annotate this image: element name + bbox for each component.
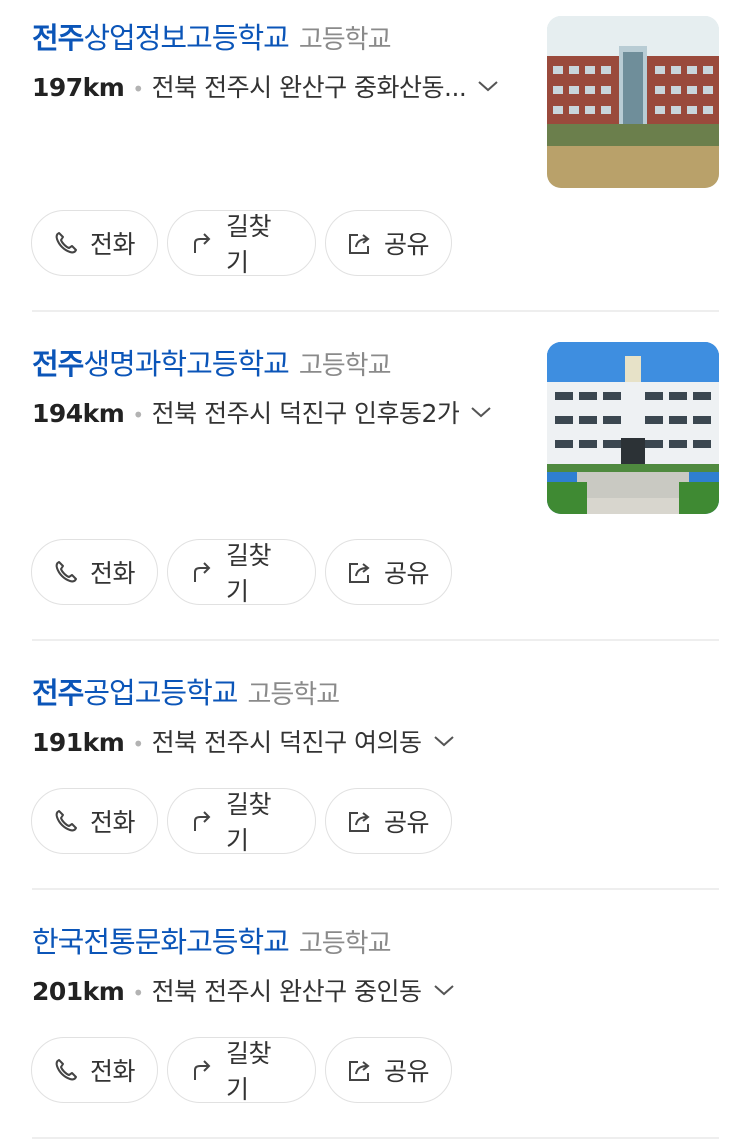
action-row: 전화 길찾기 공유 bbox=[31, 1037, 452, 1104]
chevron-down-icon[interactable] bbox=[432, 970, 456, 1010]
category-label: 고등학교 bbox=[298, 25, 392, 55]
action-row: 전화 길찾기 공유 bbox=[31, 539, 452, 606]
action-row: 전화 길찾기 공유 bbox=[31, 788, 452, 855]
directions-button[interactable]: 길찾기 bbox=[167, 539, 316, 606]
category-label: 고등학교 bbox=[247, 680, 340, 710]
call-button[interactable]: 전화 bbox=[31, 210, 158, 276]
distance-label: 191km bbox=[32, 728, 125, 757]
divider bbox=[32, 888, 719, 890]
result-thumbnail[interactable] bbox=[547, 342, 719, 514]
result-thumbnail[interactable] bbox=[547, 16, 719, 188]
share-icon bbox=[346, 558, 374, 586]
result-meta: 197km • 전북 전주시 완산구 중화산동... bbox=[32, 68, 500, 108]
title-rest[interactable]: 한국전통문화고등학교 bbox=[32, 925, 290, 959]
category-label: 고등학교 bbox=[298, 351, 392, 381]
separator-dot: • bbox=[132, 732, 144, 756]
call-label: 전화 bbox=[90, 808, 136, 837]
share-label: 공유 bbox=[384, 808, 430, 837]
directions-button[interactable]: 길찾기 bbox=[167, 788, 316, 855]
turn-arrow-icon bbox=[188, 1056, 216, 1084]
separator-dot: • bbox=[132, 403, 144, 427]
phone-icon bbox=[52, 558, 80, 586]
result-title[interactable]: 한국전통문화고등학교 고등학교 bbox=[32, 920, 391, 964]
distance-label: 197km bbox=[32, 73, 125, 102]
action-row: 전화 길찾기 공유 bbox=[31, 210, 452, 277]
phone-icon bbox=[52, 1056, 80, 1084]
share-button[interactable]: 공유 bbox=[325, 539, 452, 605]
title-highlight[interactable]: 전주 bbox=[32, 347, 84, 381]
share-icon bbox=[346, 229, 374, 257]
title-rest[interactable]: 생명과학고등학교 bbox=[83, 347, 289, 381]
separator-dot: • bbox=[132, 77, 144, 101]
result-meta: 201km • 전북 전주시 완산구 중인동 bbox=[32, 972, 456, 1012]
result-meta: 191km • 전북 전주시 덕진구 여의동 bbox=[32, 723, 456, 763]
result-meta: 194km • 전북 전주시 덕진구 인후동2가 bbox=[32, 394, 493, 434]
call-button[interactable]: 전화 bbox=[31, 1037, 158, 1103]
address-label[interactable]: 전북 전주시 덕진구 여의동 bbox=[152, 723, 422, 763]
share-icon bbox=[346, 1056, 374, 1084]
divider bbox=[32, 310, 719, 312]
directions-label: 길찾기 bbox=[226, 212, 272, 277]
share-button[interactable]: 공유 bbox=[325, 1037, 452, 1103]
phone-icon bbox=[52, 807, 80, 835]
address-label[interactable]: 전북 전주시 완산구 중인동 bbox=[152, 972, 422, 1012]
result-title[interactable]: 전주상업정보고등학교 고등학교 bbox=[32, 16, 392, 60]
chevron-down-icon[interactable] bbox=[476, 66, 500, 106]
share-label: 공유 bbox=[384, 1057, 430, 1086]
directions-label: 길찾기 bbox=[226, 541, 272, 606]
directions-label: 길찾기 bbox=[226, 790, 272, 855]
category-label: 고등학교 bbox=[298, 929, 392, 959]
call-button[interactable]: 전화 bbox=[31, 788, 158, 854]
directions-button[interactable]: 길찾기 bbox=[167, 1037, 316, 1104]
result-title[interactable]: 전주공업고등학교 고등학교 bbox=[32, 671, 340, 715]
divider bbox=[32, 1137, 719, 1139]
address-label[interactable]: 전북 전주시 덕진구 인후동2가 bbox=[152, 394, 460, 434]
phone-icon bbox=[52, 229, 80, 257]
call-label: 전화 bbox=[90, 1057, 136, 1086]
directions-button[interactable]: 길찾기 bbox=[167, 210, 316, 277]
chevron-down-icon[interactable] bbox=[432, 721, 456, 761]
title-rest[interactable]: 공업고등학교 bbox=[83, 676, 238, 710]
turn-arrow-icon bbox=[188, 807, 216, 835]
call-label: 전화 bbox=[90, 559, 136, 588]
share-button[interactable]: 공유 bbox=[325, 788, 452, 854]
share-button[interactable]: 공유 bbox=[325, 210, 452, 276]
directions-label: 길찾기 bbox=[226, 1039, 272, 1104]
result-title[interactable]: 전주생명과학고등학교 고등학교 bbox=[32, 342, 392, 386]
title-highlight[interactable]: 전주 bbox=[32, 676, 84, 710]
title-highlight[interactable]: 전주 bbox=[32, 21, 84, 55]
call-button[interactable]: 전화 bbox=[31, 539, 158, 605]
share-icon bbox=[346, 807, 374, 835]
divider bbox=[32, 639, 719, 641]
share-label: 공유 bbox=[384, 230, 430, 259]
distance-label: 201km bbox=[32, 977, 125, 1006]
call-label: 전화 bbox=[90, 230, 136, 259]
share-label: 공유 bbox=[384, 559, 430, 588]
distance-label: 194km bbox=[32, 399, 125, 428]
turn-arrow-icon bbox=[188, 558, 216, 586]
title-rest[interactable]: 상업정보고등학교 bbox=[83, 21, 289, 55]
address-label[interactable]: 전북 전주시 완산구 중화산동... bbox=[152, 68, 467, 108]
separator-dot: • bbox=[132, 981, 144, 1005]
turn-arrow-icon bbox=[188, 229, 216, 257]
chevron-down-icon[interactable] bbox=[469, 392, 493, 432]
